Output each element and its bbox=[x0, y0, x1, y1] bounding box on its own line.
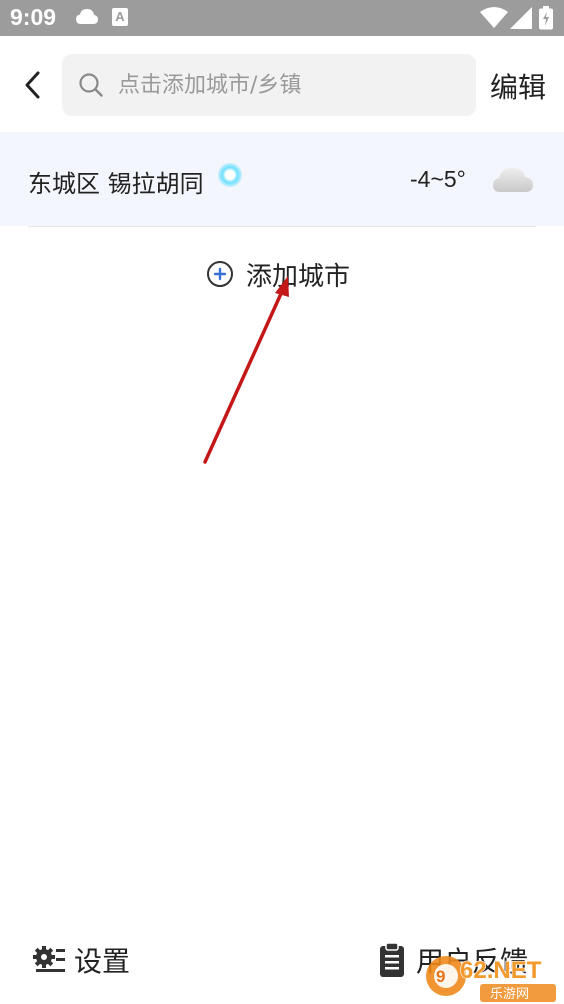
current-location-icon bbox=[218, 163, 242, 187]
signal-icon bbox=[510, 7, 532, 29]
back-button[interactable] bbox=[16, 66, 50, 104]
settings-label: 设置 bbox=[74, 945, 131, 978]
add-city-label: 添加城市 bbox=[246, 261, 351, 292]
gear-icon bbox=[33, 946, 65, 972]
city-temperature: -4~5° bbox=[410, 166, 466, 192]
svg-text:62.NET: 62.NET bbox=[460, 957, 542, 984]
search-icon bbox=[79, 73, 103, 97]
cloud-status-icon bbox=[76, 9, 98, 24]
search-input[interactable] bbox=[118, 72, 448, 98]
status-bar: 9:09 A bbox=[0, 0, 564, 36]
settings-button[interactable]: 设置 bbox=[32, 940, 130, 980]
svg-text:乐游网: 乐游网 bbox=[490, 987, 529, 1002]
city-list-item[interactable]: 东城区 锡拉胡同 -4~5° bbox=[0, 132, 564, 226]
cloud-icon bbox=[493, 168, 533, 192]
divider bbox=[28, 226, 536, 227]
wifi-icon bbox=[480, 7, 508, 28]
add-city-button[interactable]: 添加城市 bbox=[206, 252, 350, 296]
search-box[interactable] bbox=[62, 54, 476, 116]
status-time: 9:09 bbox=[10, 4, 57, 30]
svg-text:9: 9 bbox=[436, 967, 445, 986]
add-circle-icon bbox=[207, 261, 233, 287]
chevron-left-icon bbox=[25, 71, 40, 99]
notification-a-icon: A bbox=[112, 8, 128, 26]
battery-icon bbox=[539, 6, 553, 30]
watermark-logo: 9 62.NET 乐游网 bbox=[426, 956, 556, 1002]
clipboard-icon bbox=[380, 942, 404, 977]
city-name: 东城区 锡拉胡同 bbox=[28, 170, 204, 198]
edit-button[interactable]: 编辑 bbox=[490, 66, 546, 106]
